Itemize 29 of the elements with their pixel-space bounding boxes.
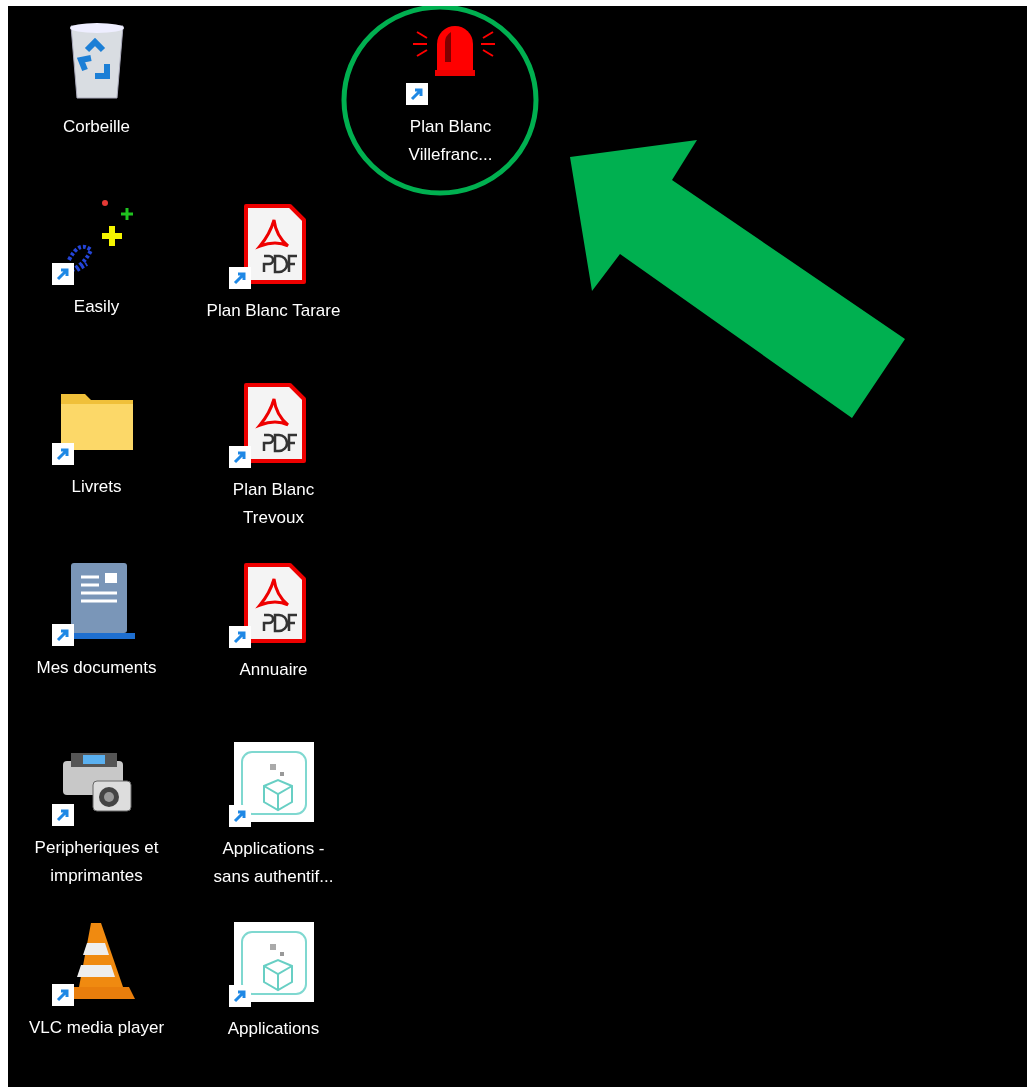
desktop-shortcut[interactable]: Easily: [8, 186, 185, 367]
cube-icon: [233, 742, 314, 823]
desktop-shortcut[interactable]: VLC media player: [8, 906, 185, 1087]
cube-icon: [233, 921, 314, 1002]
desktop-shortcut[interactable]: Plan Blanc Tarare: [185, 190, 362, 370]
shortcut-label: Easily: [73, 296, 120, 319]
shortcut-label: Annuaire: [239, 658, 308, 681]
shortcut-label: Applications -: [222, 838, 325, 861]
shortcut-label: Plan Blanc: [409, 116, 492, 138]
shortcut-label: Peripheriques et: [34, 836, 159, 859]
shortcut-label: Plan Blanc Tarare: [206, 300, 341, 322]
shortcut-label: sans authentif...: [213, 866, 334, 889]
shortcut-label: imprimantes: [50, 864, 143, 887]
shortcut-label: Corbeille: [62, 116, 131, 138]
desktop-shortcut[interactable]: Mes documents: [8, 546, 185, 727]
shortcut-label: Livrets: [71, 476, 122, 499]
desktop-shortcut[interactable]: Livrets: [8, 366, 185, 547]
shortcut-label: Mes documents: [36, 656, 157, 679]
shortcut-label: VLC media player: [28, 1016, 165, 1039]
desktop-shortcut[interactable]: Corbeille: [8, 6, 185, 187]
desktop-shortcut[interactable]: Plan Blanc Trevoux: [185, 369, 362, 549]
desktop-shortcut[interactable]: Peripheriques et imprimantes: [8, 726, 185, 907]
desktop-shortcut[interactable]: Applications: [185, 907, 362, 1087]
shortcut-label: Villefranc...: [408, 144, 493, 166]
desktop-shortcut[interactable]: Annuaire: [185, 548, 362, 729]
shortcut-label: Plan Blanc: [232, 479, 315, 502]
desktop-shortcut[interactable]: Applications - sans authentif...: [185, 728, 362, 908]
shortcut-label: Applications: [227, 1017, 320, 1040]
shortcut-label: Trevoux: [243, 507, 304, 530]
